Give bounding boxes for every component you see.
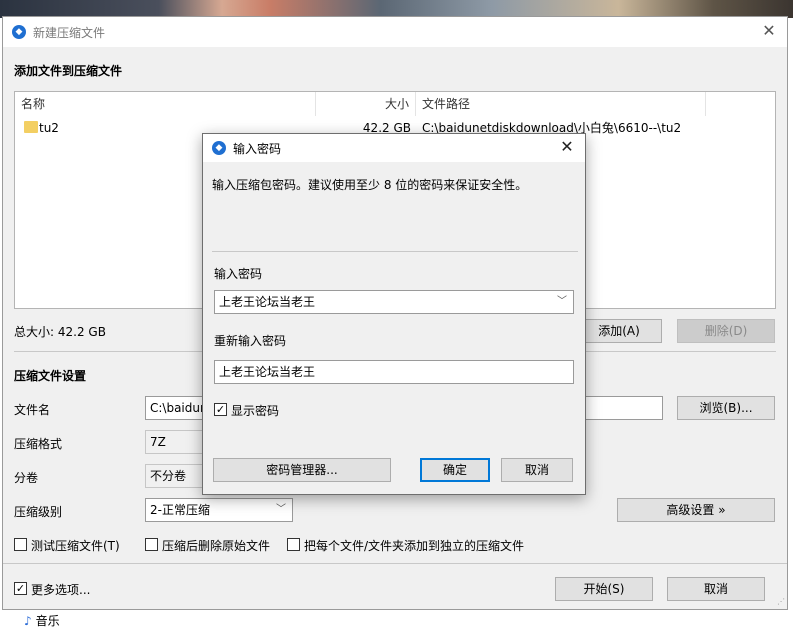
password-dialog: ◆ 输入密码 ✕ 输入压缩包密码。建议使用至少 8 位的密码来保证安全性。 输入… bbox=[202, 133, 586, 495]
checkmark-icon: ✓ bbox=[215, 403, 226, 416]
divider bbox=[212, 251, 578, 252]
app-logo-icon: ◆ bbox=[212, 141, 226, 155]
column-header-path[interactable]: 文件路径 bbox=[416, 92, 706, 116]
separate-archives-checkbox[interactable] bbox=[287, 538, 300, 551]
level-value: 2-正常压缩 bbox=[150, 503, 210, 517]
level-label: 压缩级别 bbox=[14, 505, 63, 519]
repeat-password-input[interactable]: 上老王论坛当老王 bbox=[214, 360, 574, 384]
checkmark-icon: ✓ bbox=[15, 582, 26, 595]
compression-level-select[interactable]: 2-正常压缩 ﹀ bbox=[145, 498, 293, 522]
delete-after-checkbox[interactable] bbox=[145, 538, 158, 551]
chevron-down-icon[interactable]: ﹀ bbox=[557, 291, 567, 313]
app-logo-icon: ◆ bbox=[12, 25, 26, 39]
advanced-settings-button[interactable]: 高级设置 » bbox=[617, 498, 775, 522]
chevron-down-icon: ﹀ bbox=[276, 504, 286, 515]
repeat-password-label: 重新输入密码 bbox=[214, 334, 287, 348]
delete-after-label[interactable]: 压缩后删除原始文件 bbox=[162, 537, 270, 554]
music-folder-item[interactable]: ♪ 音乐 bbox=[24, 612, 60, 629]
resize-grip-icon[interactable]: ⋰ bbox=[777, 597, 785, 606]
test-archive-label[interactable]: 测试压缩文件(T) bbox=[31, 537, 120, 554]
desktop-explorer-strip: ♪ 音乐 bbox=[0, 610, 793, 629]
separate-archives-label[interactable]: 把每个文件/文件夹添加到独立的压缩文件 bbox=[304, 537, 524, 554]
dialog-title: 输入密码 bbox=[233, 142, 282, 156]
dialog-titlebar: ◆ 输入密码 ✕ bbox=[203, 134, 585, 162]
show-password-checkbox[interactable]: ✓ bbox=[214, 403, 227, 416]
password-label: 输入密码 bbox=[214, 267, 263, 281]
close-icon[interactable]: ✕ bbox=[557, 137, 577, 157]
cancel-button[interactable]: 取消 bbox=[667, 577, 765, 601]
browse-button[interactable]: 浏览(B)... bbox=[677, 396, 775, 420]
more-options-label[interactable]: 更多选项... bbox=[31, 581, 90, 598]
window-title: 新建压缩文件 bbox=[33, 26, 106, 40]
password-manager-button[interactable]: 密码管理器... bbox=[213, 458, 391, 482]
start-button[interactable]: 开始(S) bbox=[555, 577, 653, 601]
test-archive-checkbox[interactable] bbox=[14, 538, 27, 551]
window-titlebar: ◆ 新建压缩文件 ✕ bbox=[3, 17, 787, 47]
split-select[interactable]: 不分卷 bbox=[145, 464, 205, 488]
close-icon[interactable]: ✕ bbox=[759, 21, 779, 41]
folder-icon bbox=[24, 121, 38, 133]
dialog-cancel-button[interactable]: 取消 bbox=[501, 458, 573, 482]
password-value: 上老王论坛当老王 bbox=[219, 295, 316, 309]
split-value: 不分卷 bbox=[150, 469, 187, 483]
show-password-label[interactable]: 显示密码 bbox=[231, 402, 279, 419]
total-size-label: 总大小: 42.2 GB bbox=[14, 325, 106, 339]
divider bbox=[3, 563, 787, 564]
delete-button[interactable]: 删除(D) bbox=[677, 319, 775, 343]
more-options-checkbox[interactable]: ✓ bbox=[14, 582, 27, 595]
format-value: 7Z bbox=[150, 435, 166, 449]
column-header-size[interactable]: 大小 bbox=[316, 92, 416, 116]
filename-label: 文件名 bbox=[14, 403, 51, 417]
column-header-name[interactable]: 名称 bbox=[15, 92, 316, 116]
dialog-hint: 输入压缩包密码。建议使用至少 8 位的密码来保证安全性。 bbox=[212, 178, 528, 192]
settings-section-title: 压缩文件设置 bbox=[14, 369, 87, 383]
password-input[interactable]: 上老王论坛当老王 ﹀ bbox=[214, 290, 574, 314]
split-label: 分卷 bbox=[14, 471, 39, 485]
format-label: 压缩格式 bbox=[14, 437, 63, 451]
file-name-cell[interactable]: tu2 bbox=[39, 118, 159, 138]
format-select[interactable]: 7Z bbox=[145, 430, 205, 454]
add-button[interactable]: 添加(A) bbox=[576, 319, 662, 343]
add-files-section-title: 添加文件到压缩文件 bbox=[14, 64, 123, 78]
ok-button[interactable]: 确定 bbox=[420, 458, 490, 482]
